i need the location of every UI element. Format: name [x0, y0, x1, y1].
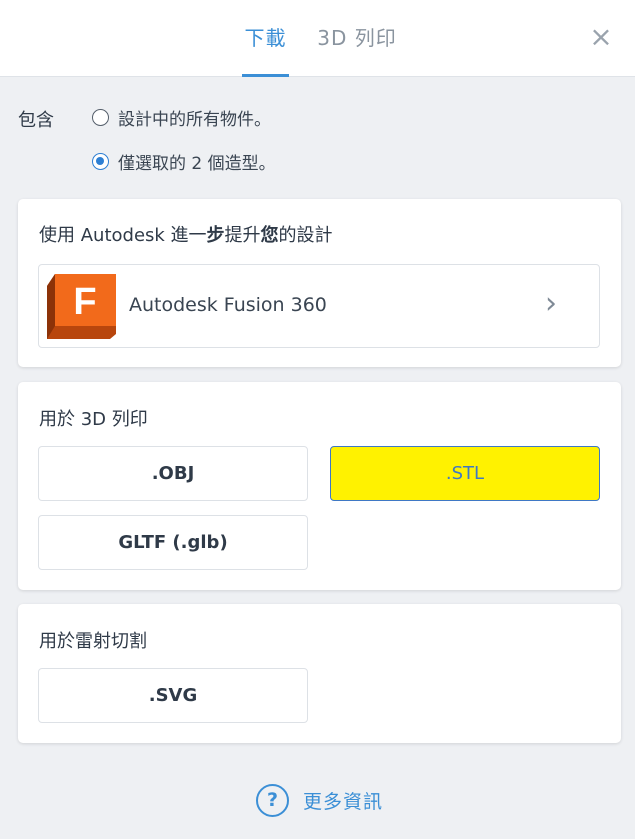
fusion-title-b1: 步 — [206, 225, 225, 246]
print-card-title: 用於 3D 列印 — [39, 409, 148, 430]
fusion-360-link[interactable]: F Autodesk Fusion 360 › — [38, 264, 600, 348]
tab-3d-print[interactable]: 3D 列印 — [314, 22, 400, 77]
fusion-logo-letter: F — [73, 281, 96, 323]
laser-card-title: 用於雷射切割 — [39, 631, 147, 652]
close-icon[interactable]: × — [588, 23, 614, 51]
radio-selected-shapes-label: 僅選取的 2 個造型。 — [118, 153, 276, 174]
fusion-card-title: 使用 Autodesk 進一步提升您的設計 — [39, 221, 333, 247]
gltf-format-button[interactable]: GLTF (.glb) — [38, 515, 308, 570]
fusion-title-pre: 使用 Autodesk 進一 — [39, 225, 207, 246]
svg-format-button[interactable]: .SVG — [38, 668, 308, 723]
more-info-label: 更多資訊 — [303, 790, 384, 813]
laser-card: 用於雷射切割 .SVG — [18, 604, 621, 743]
print-card: 用於 3D 列印 .OBJ .STL GLTF (.glb) — [18, 382, 621, 590]
dialog-header: 下載 3D 列印 × — [0, 0, 635, 77]
fusion-360-logo: F — [47, 274, 116, 339]
radio-unchecked-icon[interactable] — [92, 108, 109, 126]
radio-checked-icon[interactable] — [92, 152, 109, 170]
obj-format-button[interactable]: .OBJ — [38, 446, 308, 501]
include-label: 包含 — [18, 110, 54, 131]
stl-format-button[interactable]: .STL — [330, 446, 600, 501]
more-info-link[interactable]: ? 更多資訊 — [256, 783, 383, 817]
radio-all-objects[interactable]: 設計中的所有物件。 — [92, 105, 271, 130]
radio-selected-shapes[interactable]: 僅選取的 2 個造型。 — [92, 149, 276, 174]
chevron-right-icon: › — [545, 286, 557, 321]
fusion-360-name: Autodesk Fusion 360 — [129, 294, 327, 316]
fusion-title-b2: 您 — [260, 225, 279, 246]
fusion-title-mid: 提升 — [224, 225, 261, 246]
fusion-title-post: 的設計 — [278, 225, 333, 246]
tab-download[interactable]: 下載 — [242, 22, 289, 77]
fusion-card: 使用 Autodesk 進一步提升您的設計 F Autodesk Fusion … — [18, 199, 621, 367]
radio-all-objects-label: 設計中的所有物件。 — [118, 109, 271, 130]
help-icon: ? — [256, 783, 289, 817]
